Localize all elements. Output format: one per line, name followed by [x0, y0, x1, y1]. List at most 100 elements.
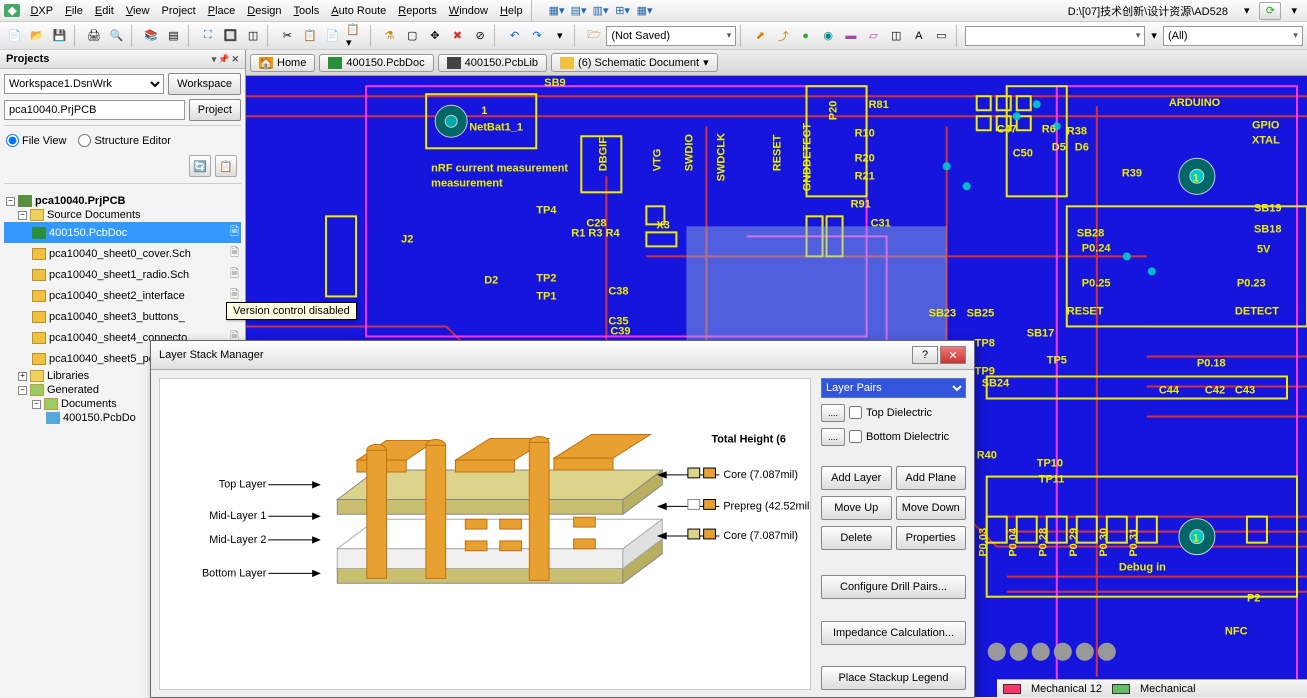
filter-all-combo[interactable]: (All) [1163, 26, 1303, 46]
copy-icon[interactable]: 📋 [300, 25, 321, 47]
tool-icon-4[interactable]: ⊞▾ [612, 0, 634, 22]
browse-icon[interactable]: 🗁 [584, 25, 605, 47]
filter-icon[interactable]: ⚗ [379, 25, 400, 47]
pad-icon[interactable]: ◉ [818, 25, 839, 47]
structure-editor-radio[interactable]: Structure Editor [78, 134, 170, 147]
cut-icon[interactable]: ✂ [277, 25, 298, 47]
preview-icon[interactable]: 🔍 [106, 25, 127, 47]
menu-view[interactable]: View [120, 2, 156, 20]
save-icon[interactable]: 💾 [49, 25, 70, 47]
move-up-button[interactable]: Move Up [821, 496, 892, 520]
paste-special-icon[interactable]: 📋▾ [345, 25, 366, 47]
tree-item-sheet0[interactable]: pca10040_sheet0_cover.Sch🗎 [4, 243, 241, 264]
menu-project[interactable]: Project [155, 2, 201, 20]
tool-icon-1[interactable]: ▦▾ [546, 0, 568, 22]
layers-icon[interactable]: ▤ [163, 25, 184, 47]
region-icon[interactable]: ◫ [886, 25, 907, 47]
route-icon-2[interactable]: ⤴ [773, 25, 794, 47]
tree-item-sheet3[interactable]: pca10040_sheet3_buttons_🗎 [4, 306, 241, 327]
redo-icon[interactable]: ↷ [527, 25, 548, 47]
layer-pairs-select[interactable]: Layer Pairs [821, 378, 966, 398]
move-down-button[interactable]: Move Down [896, 496, 967, 520]
svg-text:R10: R10 [855, 127, 875, 139]
top-dielectric-btn[interactable]: .... [821, 404, 845, 422]
tree-root[interactable]: − pca10040.PrjPCB [4, 194, 241, 208]
project-button[interactable]: Project [189, 99, 241, 121]
tool-icon-5[interactable]: ▦▾ [634, 0, 656, 22]
zoom-select-icon[interactable]: ◫ [243, 25, 264, 47]
tab-home[interactable]: 🏠Home [250, 54, 315, 72]
route-icon-1[interactable]: ⬈ [750, 25, 771, 47]
paste-icon[interactable]: 📄 [322, 25, 343, 47]
open-file-icon[interactable]: 📂 [27, 25, 48, 47]
filter-combo[interactable] [965, 26, 1145, 46]
menu-dxp[interactable]: DXP [24, 2, 59, 20]
place-stackup-legend-button[interactable]: Place Stackup Legend [821, 666, 966, 690]
tree-options-icon[interactable]: 📋 [215, 155, 237, 177]
add-layer-button[interactable]: Add Layer [821, 466, 892, 490]
tree-item-pcbdoc[interactable]: 400150.PcbDoc 🗎 [4, 222, 241, 243]
deselect-icon[interactable]: ✖ [447, 25, 468, 47]
properties-button[interactable]: Properties [896, 526, 967, 550]
menu-window[interactable]: Window [443, 2, 494, 20]
top-dielectric-check[interactable] [849, 406, 862, 419]
refresh-icon[interactable]: ⟳ [1259, 2, 1281, 20]
svg-text:DETECT: DETECT [1235, 305, 1279, 317]
panel-pin-icon[interactable]: 📌 [218, 54, 229, 65]
via-icon[interactable]: ● [795, 25, 816, 47]
menu-place[interactable]: Place [202, 2, 242, 20]
extra-dropdown-icon[interactable]: ▾ [1285, 1, 1303, 20]
file-view-radio[interactable]: File View [6, 134, 66, 147]
svg-text:GPIO: GPIO [1252, 119, 1280, 131]
impedance-calc-button[interactable]: Impedance Calculation... [821, 621, 966, 645]
tool-icon-3[interactable]: ▥▾ [590, 0, 612, 22]
fill-icon[interactable]: ▬ [841, 25, 862, 47]
undo-icon[interactable]: ↶ [504, 25, 525, 47]
svg-text:P2: P2 [1247, 593, 1260, 605]
bottom-dielectric-btn[interactable]: .... [821, 428, 845, 446]
project-field[interactable] [4, 100, 185, 120]
bottom-dielectric-check[interactable] [849, 430, 862, 443]
menu-tools[interactable]: Tools [288, 2, 326, 20]
panel-menu-icon[interactable]: ▾ [212, 54, 217, 65]
delete-button[interactable]: Delete [821, 526, 892, 550]
tab-schdoc[interactable]: (6) Schematic Document ▾ [551, 53, 718, 72]
component-icon[interactable]: ▭ [931, 25, 952, 47]
zoom-fit-icon[interactable]: ⛶ [197, 25, 218, 47]
saved-combo[interactable]: (Not Saved) [606, 26, 736, 46]
tree-source-docs[interactable]: − Source Documents [4, 208, 241, 222]
menu-file[interactable]: File [59, 2, 89, 20]
menu-auto-route[interactable]: Auto Route [325, 2, 392, 20]
clear-icon[interactable]: ⊘ [470, 25, 491, 47]
dialog-help-icon[interactable]: ? [912, 346, 938, 364]
menu-help[interactable]: Help [494, 2, 529, 20]
svg-text:Total Height (6: Total Height (6 [712, 433, 786, 445]
configure-drill-pairs-button[interactable]: Configure Drill Pairs... [821, 575, 966, 599]
dialog-titlebar[interactable]: Layer Stack Manager ? ✕ [151, 341, 974, 370]
tab-pcbdoc[interactable]: 400150.PcbDoc [319, 54, 433, 72]
tab-pcblib[interactable]: 400150.PcbLib [438, 54, 547, 72]
refresh-tree-icon[interactable]: 🔄 [189, 155, 211, 177]
workspace-select[interactable]: Workspace1.DsnWrk [4, 74, 164, 94]
select-icon[interactable]: ▢ [402, 25, 423, 47]
new-file-icon[interactable]: 📄 [4, 25, 25, 47]
menu-edit[interactable]: Edit [89, 2, 120, 20]
tree-item-sheet1[interactable]: pca10040_sheet1_radio.Sch🗎 [4, 264, 241, 285]
menu-reports[interactable]: Reports [392, 2, 443, 20]
undo-dropdown-icon[interactable]: ▾ [549, 25, 570, 47]
workspace-button[interactable]: Workspace [168, 73, 241, 95]
string-icon[interactable]: A [908, 25, 929, 47]
panel-close-icon[interactable]: ✕ [231, 54, 239, 65]
polygon-icon[interactable]: ▱ [863, 25, 884, 47]
dialog-close-icon[interactable]: ✕ [940, 346, 966, 364]
menu-design[interactable]: Design [241, 2, 287, 20]
zoom-area-icon[interactable]: 🔲 [220, 25, 241, 47]
tool-icon-2[interactable]: ▤▾ [568, 0, 590, 22]
print-icon[interactable]: 🖨 [84, 25, 105, 47]
tree-item-sheet2[interactable]: pca10040_sheet2_interface🗎 [4, 285, 241, 306]
path-dropdown-icon[interactable]: ▾ [1238, 1, 1256, 20]
move-icon[interactable]: ✥ [425, 25, 446, 47]
add-plane-button[interactable]: Add Plane [896, 466, 967, 490]
books-icon[interactable]: 📚 [141, 25, 162, 47]
svg-text:P0.28: P0.28 [1038, 528, 1050, 557]
